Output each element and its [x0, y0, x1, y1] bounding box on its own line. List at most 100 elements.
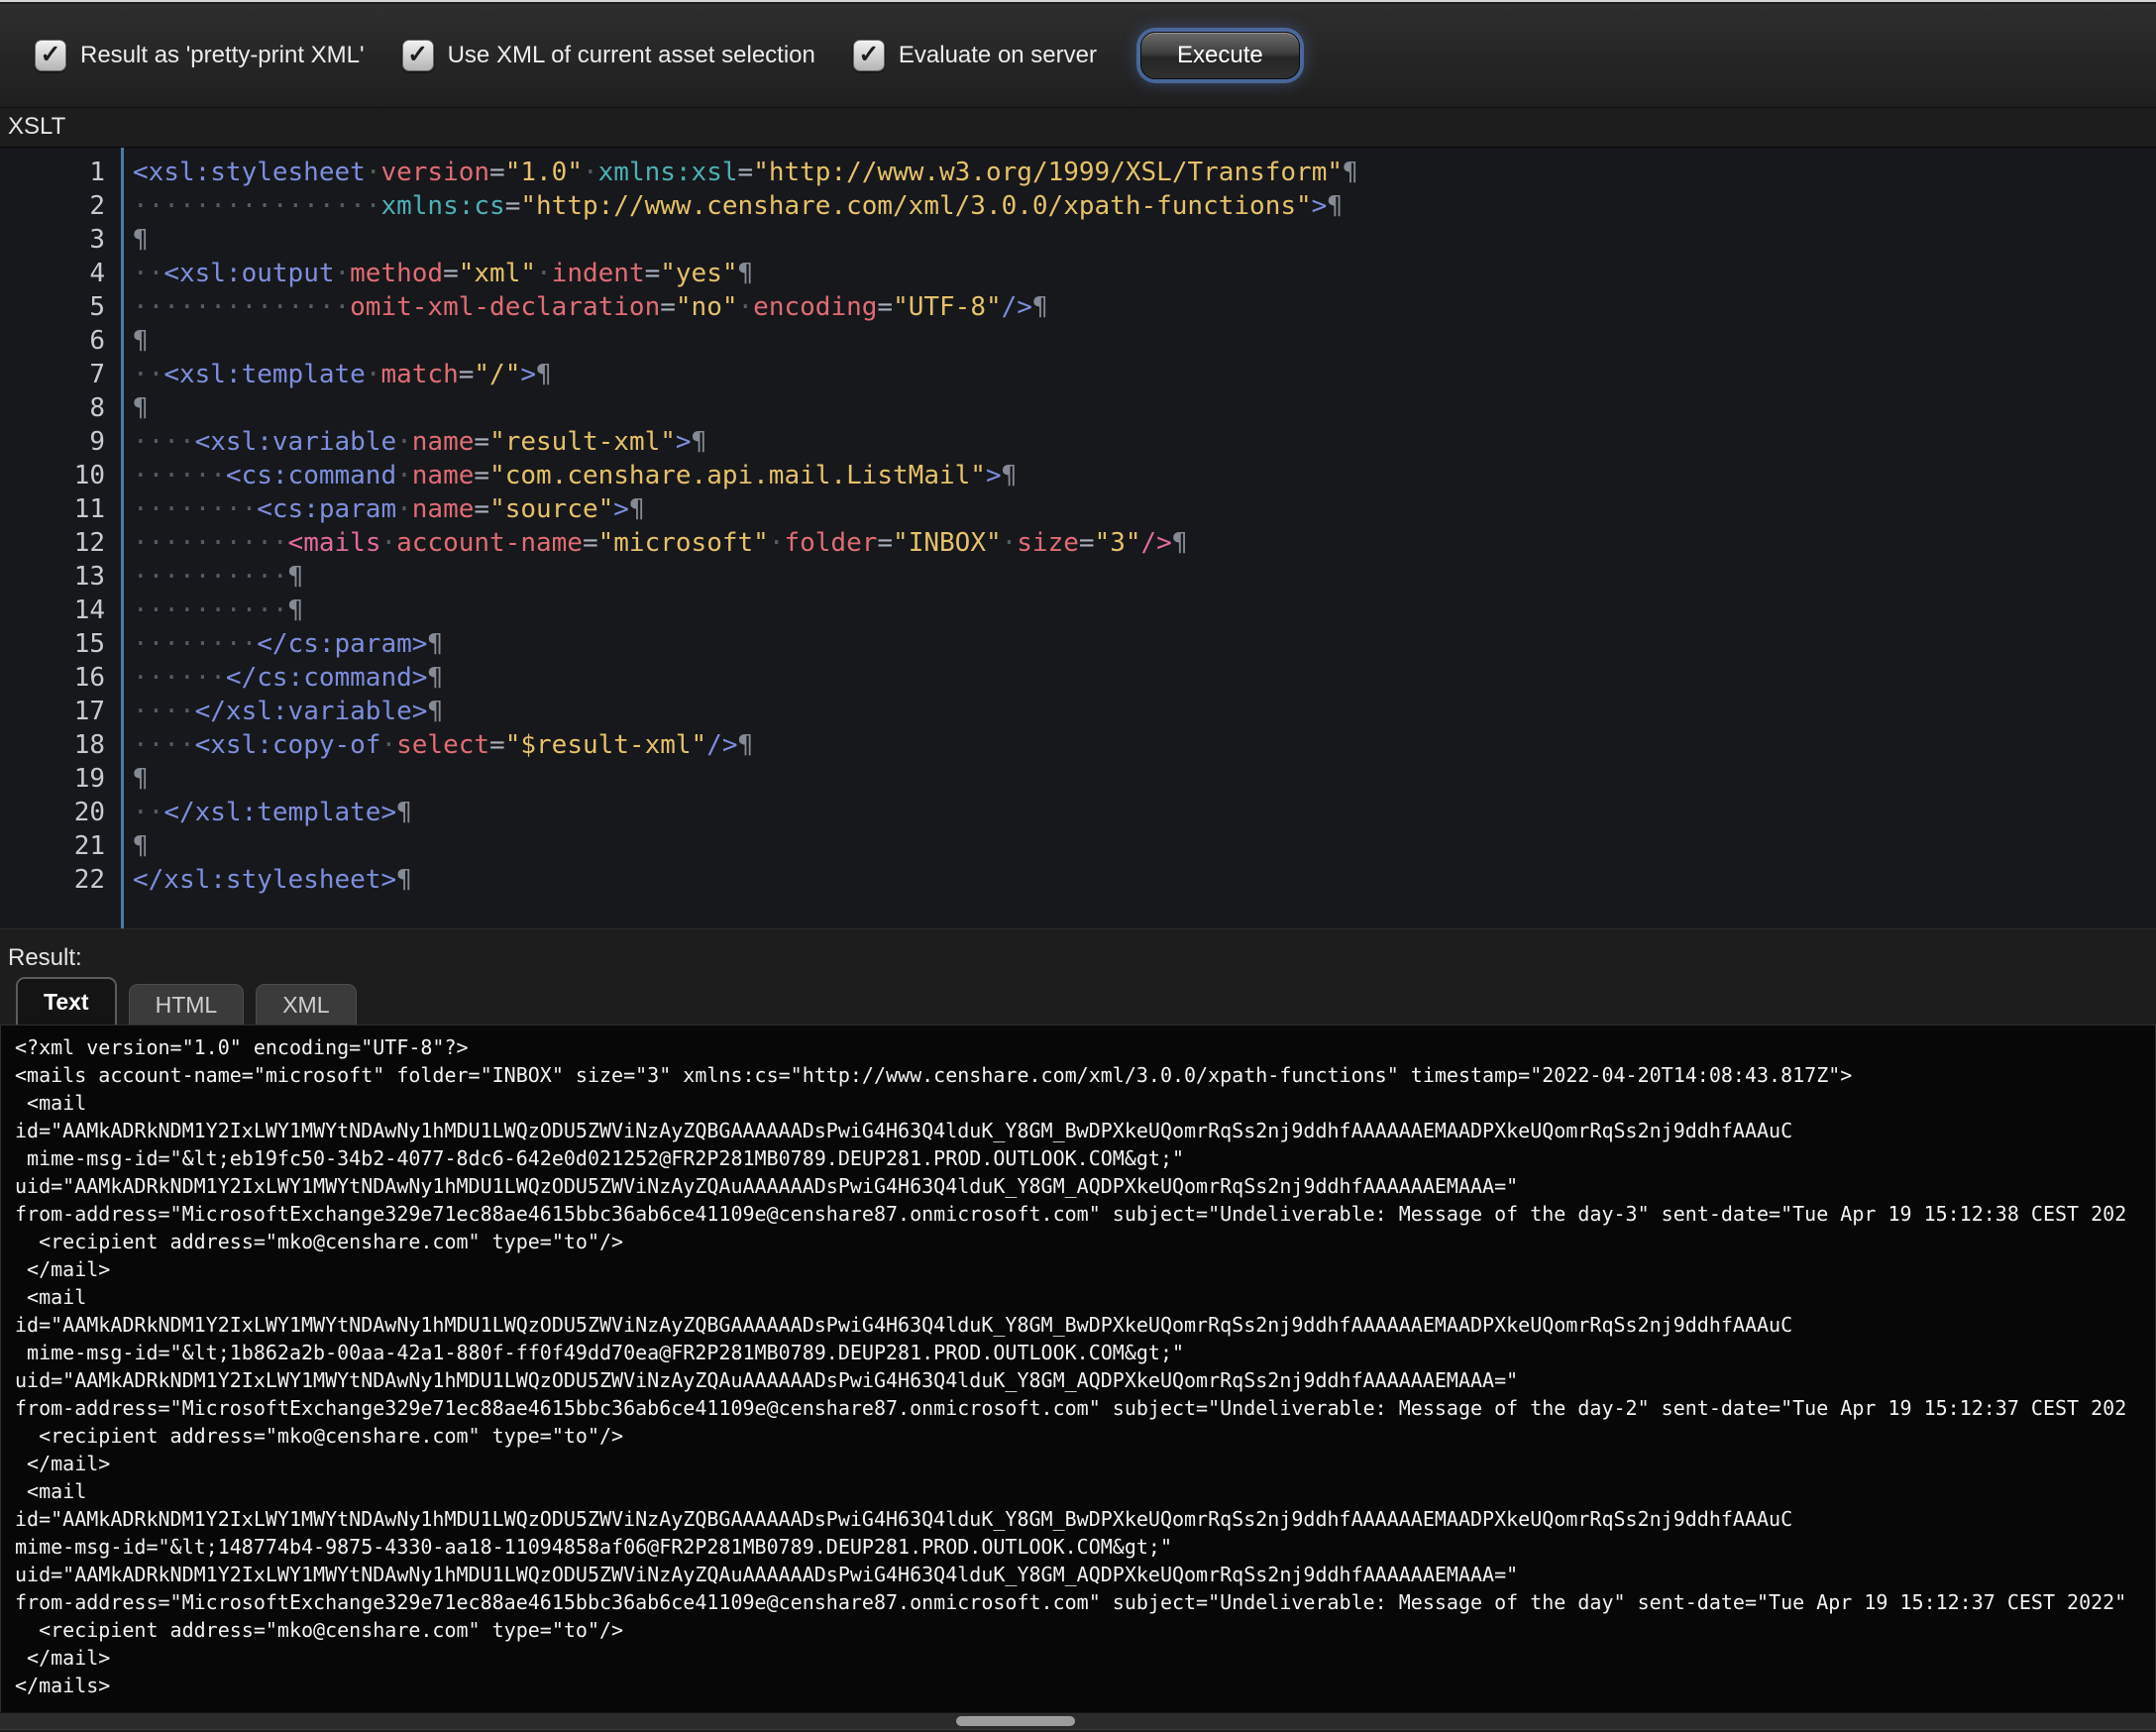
code-token: ¶ — [396, 798, 412, 827]
code-line[interactable]: 18····<xsl:copy-of·select="$result-xml"/… — [0, 728, 2156, 762]
code-line[interactable]: 22</xsl:stylesheet>¶ — [0, 863, 2156, 897]
code-token: <mails — [288, 528, 381, 558]
xslt-code-editor[interactable]: 1<xsl:stylesheet·version="1.0"·xmlns:xsl… — [0, 147, 2156, 929]
code-token: = — [660, 292, 676, 322]
code-line[interactable]: 19¶ — [0, 762, 2156, 796]
result-content: <?xml version="1.0" encoding="UTF-8"?> <… — [1, 1026, 2155, 1699]
line-number: 2 — [0, 189, 121, 223]
code-text: ················xmlns:cs="http://www.cen… — [121, 189, 1343, 223]
execute-button[interactable]: Execute — [1140, 32, 1300, 79]
code-line[interactable]: 16······</cs:command>¶ — [0, 661, 2156, 695]
code-token: = — [1079, 528, 1095, 558]
code-token: "http://www.censhare.com/xml/3.0.0/xpath… — [520, 191, 1311, 221]
code-line[interactable]: 11········<cs:param·name="source">¶ — [0, 492, 2156, 526]
code-line[interactable]: 5··············omit-xml-declaration="no"… — [0, 290, 2156, 324]
line-number: 5 — [0, 290, 121, 324]
code-token: name — [412, 494, 475, 524]
code-line[interactable]: 3¶ — [0, 223, 2156, 257]
code-line[interactable]: 6¶ — [0, 324, 2156, 358]
code-token: "no" — [676, 292, 738, 322]
checkbox-icon[interactable]: ✓ — [402, 40, 434, 71]
code-text: ··········<mails·account-name="microsoft… — [121, 526, 1188, 560]
line-number: 16 — [0, 661, 121, 695]
code-token: </xsl:variable> — [195, 697, 428, 726]
checkbox-pretty-print-xml[interactable]: ✓ Result as 'pretty-print XML' — [35, 40, 365, 71]
code-token: ¶ — [427, 663, 443, 693]
code-token: ·········· — [133, 562, 288, 592]
code-token: ·········· — [133, 595, 288, 625]
line-number: 19 — [0, 762, 121, 796]
code-token: ¶ — [427, 697, 443, 726]
code-line[interactable]: 2················xmlns:cs="http://www.ce… — [0, 189, 2156, 223]
code-token: ······ — [133, 461, 226, 490]
code-token: · — [396, 461, 412, 490]
tab-text[interactable]: Text — [16, 977, 117, 1025]
code-line[interactable]: 4··<xsl:output·method="xml"·indent="yes"… — [0, 257, 2156, 290]
line-number: 22 — [0, 863, 121, 897]
tab-html[interactable]: HTML — [129, 984, 245, 1025]
line-number: 7 — [0, 358, 121, 391]
code-line[interactable]: 14··········¶ — [0, 594, 2156, 627]
code-token: = — [738, 158, 754, 187]
code-token: = — [443, 259, 459, 288]
checkbox-use-xml-of-current-asset-selection[interactable]: ✓ Use XML of current asset selection — [402, 40, 815, 71]
checkbox-icon[interactable]: ✓ — [35, 40, 66, 71]
code-line[interactable]: 20··</xsl:template>¶ — [0, 796, 2156, 829]
checkbox-evaluate-on-server[interactable]: ✓ Evaluate on server — [853, 40, 1097, 71]
code-text: ······</cs:command>¶ — [121, 661, 443, 695]
line-number: 13 — [0, 560, 121, 594]
code-line[interactable]: 9····<xsl:variable·name="result-xml">¶ — [0, 425, 2156, 459]
tab-xml[interactable]: XML — [256, 984, 356, 1025]
code-token: · — [380, 528, 396, 558]
code-token: · — [738, 292, 754, 322]
code-line[interactable]: 12··········<mails·account-name="microso… — [0, 526, 2156, 560]
code-line[interactable]: 21¶ — [0, 829, 2156, 863]
code-token: ¶ — [629, 494, 645, 524]
code-text: ¶ — [121, 829, 149, 863]
code-token: · — [366, 158, 381, 187]
code-token: ········ — [133, 629, 257, 659]
line-number: 4 — [0, 257, 121, 290]
code-line[interactable]: 15········</cs:param>¶ — [0, 627, 2156, 661]
code-token: account-name — [396, 528, 583, 558]
code-token: indent — [552, 259, 645, 288]
code-line[interactable]: 17····</xsl:variable>¶ — [0, 695, 2156, 728]
code-text: ¶ — [121, 762, 149, 796]
code-token: ¶ — [1327, 191, 1343, 221]
code-token: size — [1017, 528, 1079, 558]
tab-xml-label: XML — [282, 992, 329, 1019]
code-token: ¶ — [1172, 528, 1188, 558]
code-token: · — [335, 259, 351, 288]
code-token: ·········· — [133, 528, 288, 558]
toolbar: ✓ Result as 'pretty-print XML' ✓ Use XML… — [0, 4, 2156, 108]
code-text: ····<xsl:variable·name="result-xml">¶ — [121, 425, 706, 459]
line-number: 14 — [0, 594, 121, 627]
code-text: ··<xsl:template·match="/">¶ — [121, 358, 552, 391]
code-token: ·· — [133, 360, 163, 389]
code-text: ······<cs:command·name="com.censhare.api… — [121, 459, 1017, 492]
code-line[interactable]: 1<xsl:stylesheet·version="1.0"·xmlns:xsl… — [0, 156, 2156, 189]
code-line[interactable]: 8¶ — [0, 391, 2156, 425]
code-line[interactable]: 13··········¶ — [0, 560, 2156, 594]
code-token: ·· — [133, 259, 163, 288]
code-token: "xml" — [459, 259, 536, 288]
result-text-area[interactable]: <?xml version="1.0" encoding="UTF-8"?> <… — [0, 1025, 2156, 1714]
code-token: encoding — [753, 292, 877, 322]
code-token: xmlns:xsl — [598, 158, 738, 187]
line-number: 3 — [0, 223, 121, 257]
horizontal-scrollbar[interactable] — [0, 1712, 2156, 1730]
code-lines: 1<xsl:stylesheet·version="1.0"·xmlns:xsl… — [0, 156, 2156, 897]
code-token: = — [474, 461, 489, 490]
checkbox-icon[interactable]: ✓ — [853, 40, 885, 71]
code-token: ···· — [133, 427, 195, 457]
horizontal-scrollbar-thumb[interactable] — [956, 1716, 1075, 1726]
checkmark-icon: ✓ — [41, 43, 61, 67]
code-token: ······ — [133, 663, 226, 693]
line-number: 15 — [0, 627, 121, 661]
code-token: > — [676, 427, 692, 457]
code-line[interactable]: 10······<cs:command·name="com.censhare.a… — [0, 459, 2156, 492]
line-number: 12 — [0, 526, 121, 560]
code-line[interactable]: 7··<xsl:template·match="/">¶ — [0, 358, 2156, 391]
code-token: = — [877, 528, 893, 558]
line-number: 17 — [0, 695, 121, 728]
